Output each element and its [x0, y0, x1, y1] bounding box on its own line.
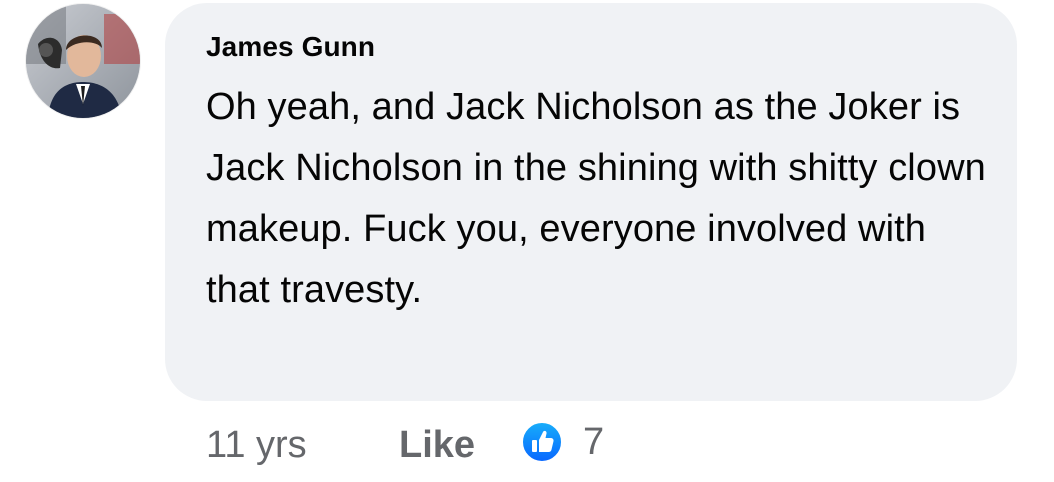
- comment-bubble: James Gunn Oh yeah, and Jack Nicholson a…: [165, 3, 1017, 401]
- avatar[interactable]: [26, 4, 140, 118]
- comment-actions: 11 yrs Like 7: [0, 420, 1054, 476]
- like-button[interactable]: Like: [399, 424, 475, 467]
- comment-author[interactable]: James Gunn: [206, 27, 977, 67]
- comment-timestamp[interactable]: 11 yrs: [206, 424, 307, 467]
- thumbs-up-icon: [521, 421, 563, 463]
- reaction-count: 7: [583, 421, 605, 463]
- avatar-photo: [26, 4, 140, 118]
- reaction-summary[interactable]: 7: [521, 420, 604, 464]
- comment-text: Oh yeah, and Jack Nicholson as the Joker…: [206, 86, 986, 311]
